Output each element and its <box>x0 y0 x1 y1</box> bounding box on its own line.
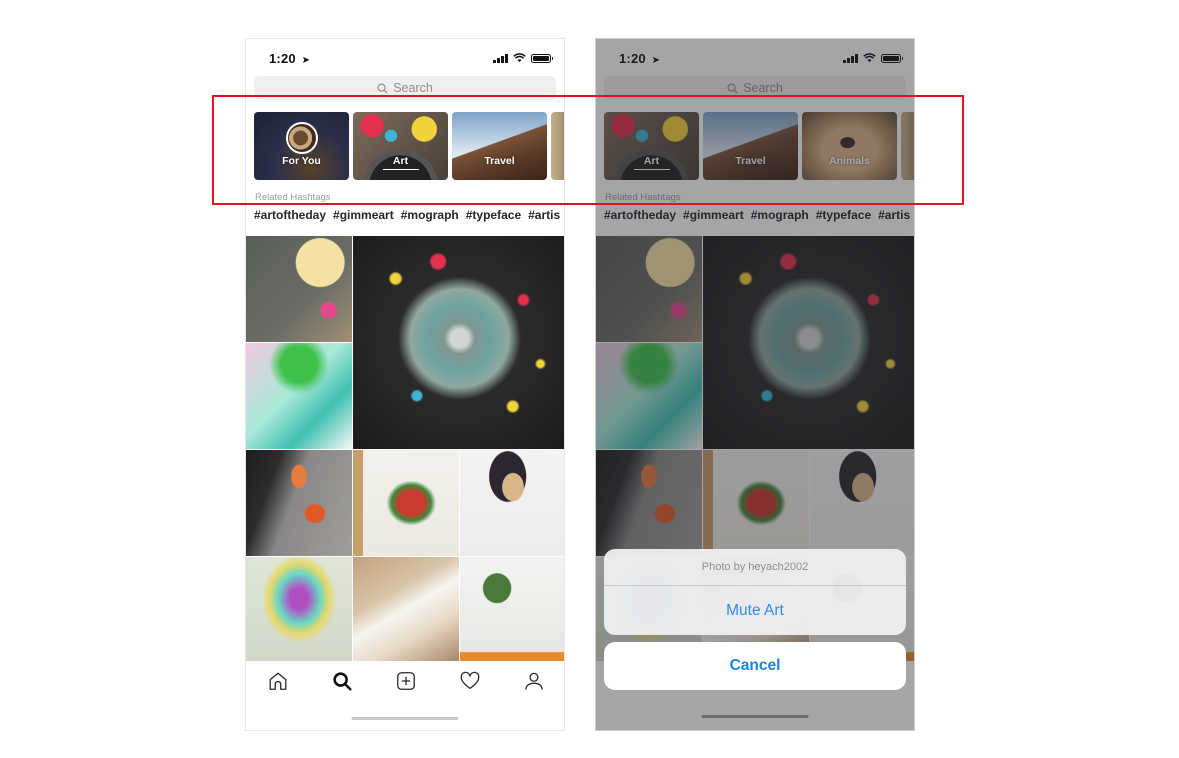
topic-art[interactable]: Art <box>353 112 448 180</box>
hashtag-list: #artoftheday #gimmeart #mograph #typefac… <box>254 208 560 222</box>
avatar <box>285 122 318 154</box>
person-icon <box>525 672 543 690</box>
hashtag-link[interactable]: #artis <box>528 208 560 222</box>
selected-indicator <box>382 168 419 170</box>
topic-label: For You <box>282 155 321 167</box>
photo-tile[interactable] <box>460 450 564 556</box>
search-icon <box>333 672 352 691</box>
status-bar: 1:20 ➤ <box>246 39 564 77</box>
hashtag-link[interactable]: #mograph <box>401 208 459 222</box>
tab-bar <box>246 661 564 730</box>
hashtag-link[interactable]: #gimmeart <box>333 208 394 222</box>
home-indicator[interactable] <box>351 717 459 720</box>
status-time: 1:20 <box>269 51 296 66</box>
photo-tile[interactable] <box>246 236 352 342</box>
action-sheet-group: Photo by heyach2002 Mute Art <box>604 549 906 635</box>
related-hashtags-label: Related Hashtags <box>255 192 331 203</box>
photo-tile[interactable] <box>353 557 459 661</box>
photo-tile[interactable] <box>246 557 352 661</box>
home-indicator[interactable] <box>701 715 809 718</box>
home-icon <box>269 672 287 690</box>
signal-icon <box>493 53 508 63</box>
phone-screen-explore: 1:20 ➤ Search For You Art Travel Related… <box>245 38 565 731</box>
topic-label: Art <box>392 155 409 167</box>
tab-home[interactable] <box>266 669 290 693</box>
wifi-icon <box>513 53 526 63</box>
photo-tile[interactable] <box>246 450 352 556</box>
photo-tile[interactable] <box>246 343 352 449</box>
hashtag-link[interactable]: #typeface <box>466 208 521 222</box>
action-sheet-title: Photo by heyach2002 <box>604 549 906 586</box>
photo-tile-featured[interactable] <box>353 236 564 449</box>
topic-label: Travel <box>484 155 515 167</box>
search-icon <box>377 83 388 94</box>
photo-grid <box>246 236 564 661</box>
cancel-button[interactable]: Cancel <box>604 642 906 690</box>
mute-art-button[interactable]: Mute Art <box>604 586 906 635</box>
tab-new-post[interactable] <box>394 669 418 693</box>
photo-tile[interactable] <box>460 557 564 661</box>
tab-profile[interactable] <box>522 669 546 693</box>
topic-travel[interactable]: Travel <box>452 112 547 180</box>
heart-icon <box>460 671 480 689</box>
location-arrow-icon: ➤ <box>301 55 311 66</box>
tab-search[interactable] <box>330 669 354 693</box>
topic-carousel[interactable]: For You Art Travel <box>254 112 564 180</box>
tab-activity[interactable] <box>458 669 482 693</box>
photo-tile[interactable] <box>353 450 459 556</box>
search-input[interactable]: Search <box>254 76 556 100</box>
battery-icon <box>531 53 553 63</box>
hashtag-link[interactable]: #artoftheday <box>254 208 326 222</box>
topic-next-partial[interactable] <box>551 112 564 180</box>
phone-screen-action-sheet: 1:20 ➤ Search Art Travel Animals Related… <box>595 38 915 731</box>
search-placeholder: Search <box>393 81 433 95</box>
plus-square-icon <box>397 672 415 690</box>
topic-for-you[interactable]: For You <box>254 112 349 180</box>
